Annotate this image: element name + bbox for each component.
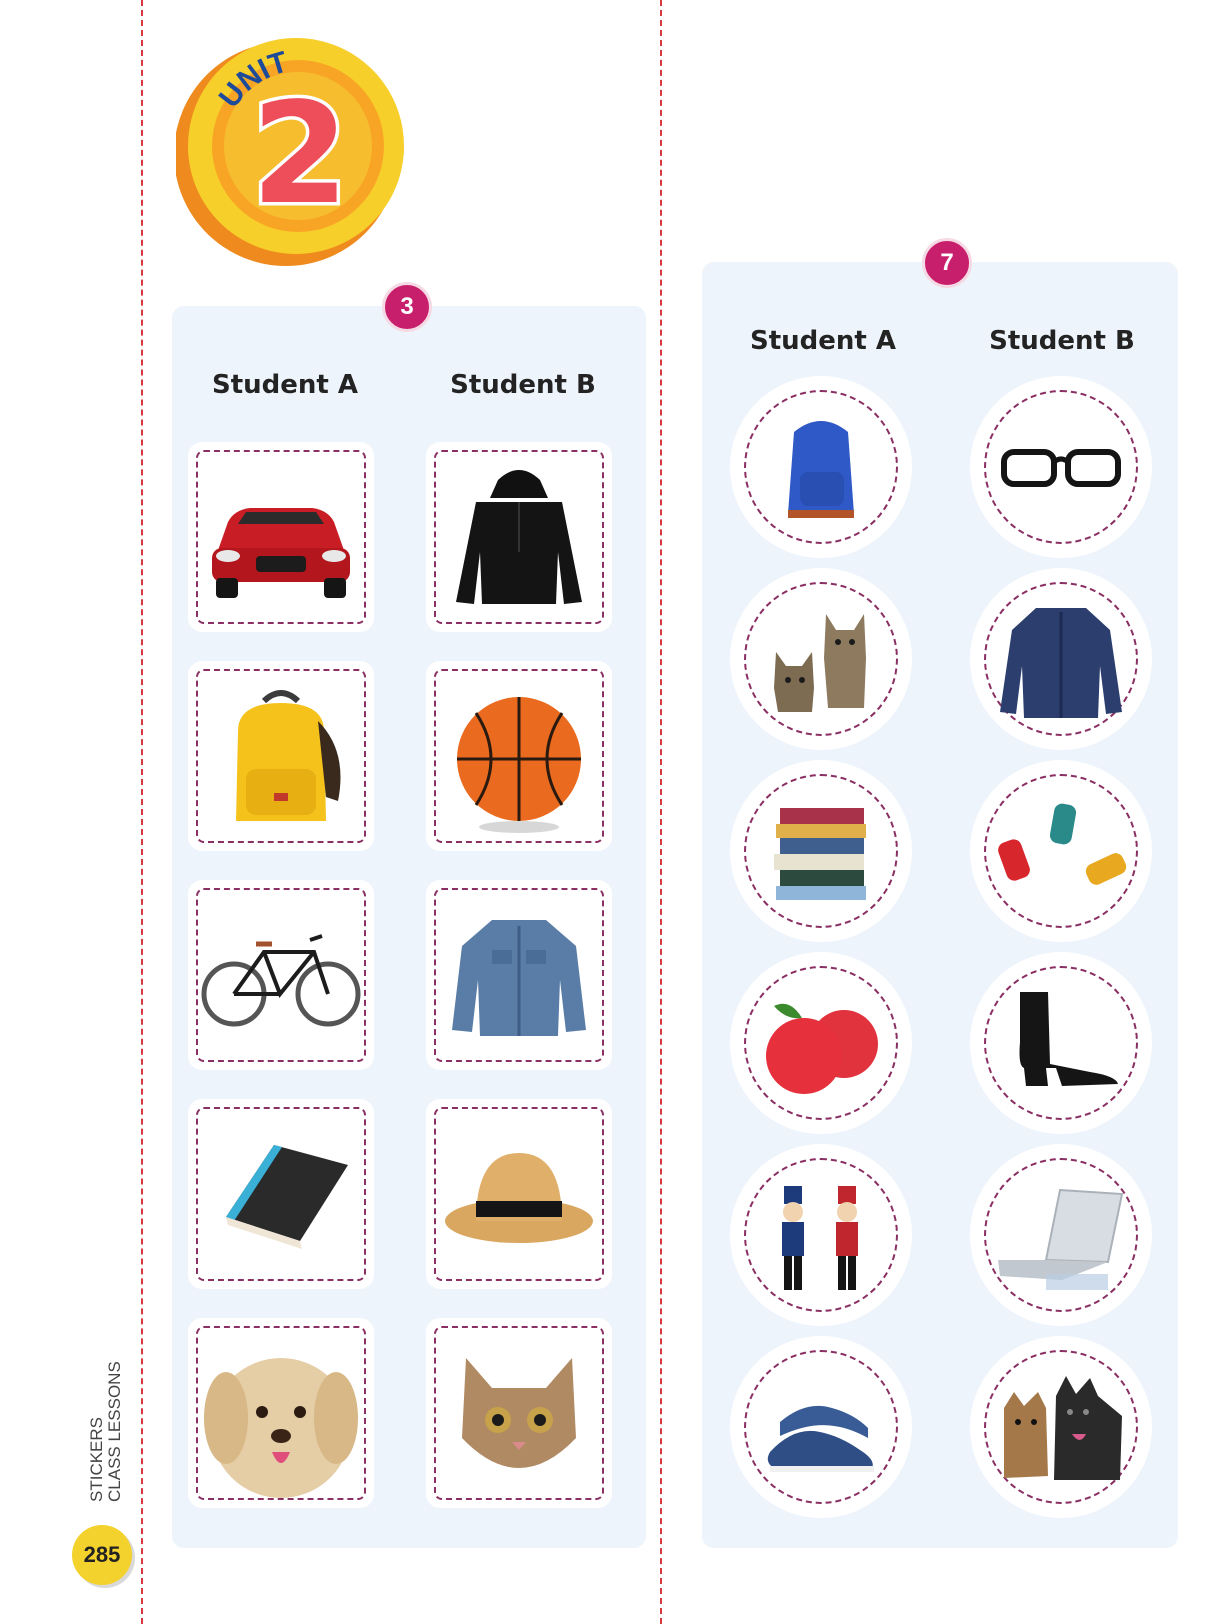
sticker-slot[interactable] [426, 1318, 612, 1508]
sticker-slot[interactable] [426, 880, 612, 1070]
side-label-class-lessons: CLASS LESSONS [105, 1361, 124, 1502]
dogs-icon [1004, 1376, 1122, 1480]
sticker-slot[interactable] [188, 442, 374, 632]
blue-backpack-icon [788, 421, 854, 518]
sticker-slot[interactable] [426, 661, 612, 851]
straw-hat-icon [445, 1153, 593, 1243]
unit-badge: UNIT 2 [174, 30, 408, 274]
side-label-stickers: STICKERS [87, 1417, 106, 1502]
sticker-slot[interactable] [970, 952, 1152, 1134]
sticker-slot[interactable] [730, 1336, 912, 1518]
glasses-icon [1001, 449, 1121, 487]
laptop-icon [998, 1188, 1124, 1290]
car-icon [212, 508, 350, 598]
unit-number: 2 [251, 73, 348, 236]
hoodie-icon [456, 470, 582, 604]
sticker-slot[interactable] [426, 1099, 612, 1289]
sticker-slot[interactable] [970, 568, 1152, 750]
sticker-slot[interactable] [730, 1144, 912, 1326]
sticker-slot[interactable] [970, 760, 1152, 942]
denim-jacket-icon [452, 920, 586, 1036]
books-stack-icon [774, 808, 866, 900]
shoes-icon [767, 1405, 874, 1472]
section-3-student-a-heading: Student A [211, 370, 359, 400]
bicycle-icon [201, 934, 361, 1027]
sticker-slot[interactable] [188, 1318, 374, 1508]
cut-line-left [141, 0, 143, 1624]
sticker-slot[interactable] [970, 1144, 1152, 1326]
side-label: STICKERS CLASS LESSONS [82, 1354, 126, 1502]
yellow-backpack-icon [236, 690, 341, 821]
page-number: 285 [72, 1525, 132, 1585]
section-7-student-a-heading: Student A [749, 326, 897, 356]
section-3-badge: 3 [382, 282, 432, 332]
sticker-slot[interactable] [730, 952, 912, 1134]
section-7-badge: 7 [922, 238, 972, 288]
basketball-icon [457, 697, 581, 833]
sticker-slot[interactable] [730, 376, 912, 558]
sticker-slot[interactable] [730, 760, 912, 942]
apples-icon [766, 1003, 878, 1094]
sticker-slot[interactable] [188, 1099, 374, 1289]
book-icon [226, 1145, 348, 1249]
section-3-student-b-heading: Student B [450, 370, 596, 400]
cats-icon [774, 614, 866, 712]
section-7-student-b-heading: Student B [989, 326, 1135, 356]
sticker-slot[interactable] [426, 442, 612, 632]
jeans-jacket-icon [1000, 608, 1122, 718]
sticker-slot[interactable] [188, 880, 374, 1070]
cut-line-right [660, 0, 662, 1624]
toy-soldiers-icon [782, 1186, 858, 1290]
sticker-slot[interactable] [188, 661, 374, 851]
toy-cars-icon [998, 803, 1127, 885]
sticker-slot[interactable] [970, 1336, 1152, 1518]
boots-icon [1019, 992, 1118, 1086]
kitten-icon [462, 1358, 576, 1468]
dog-icon [204, 1358, 358, 1498]
sticker-slot[interactable] [730, 568, 912, 750]
sticker-slot[interactable] [970, 376, 1152, 558]
